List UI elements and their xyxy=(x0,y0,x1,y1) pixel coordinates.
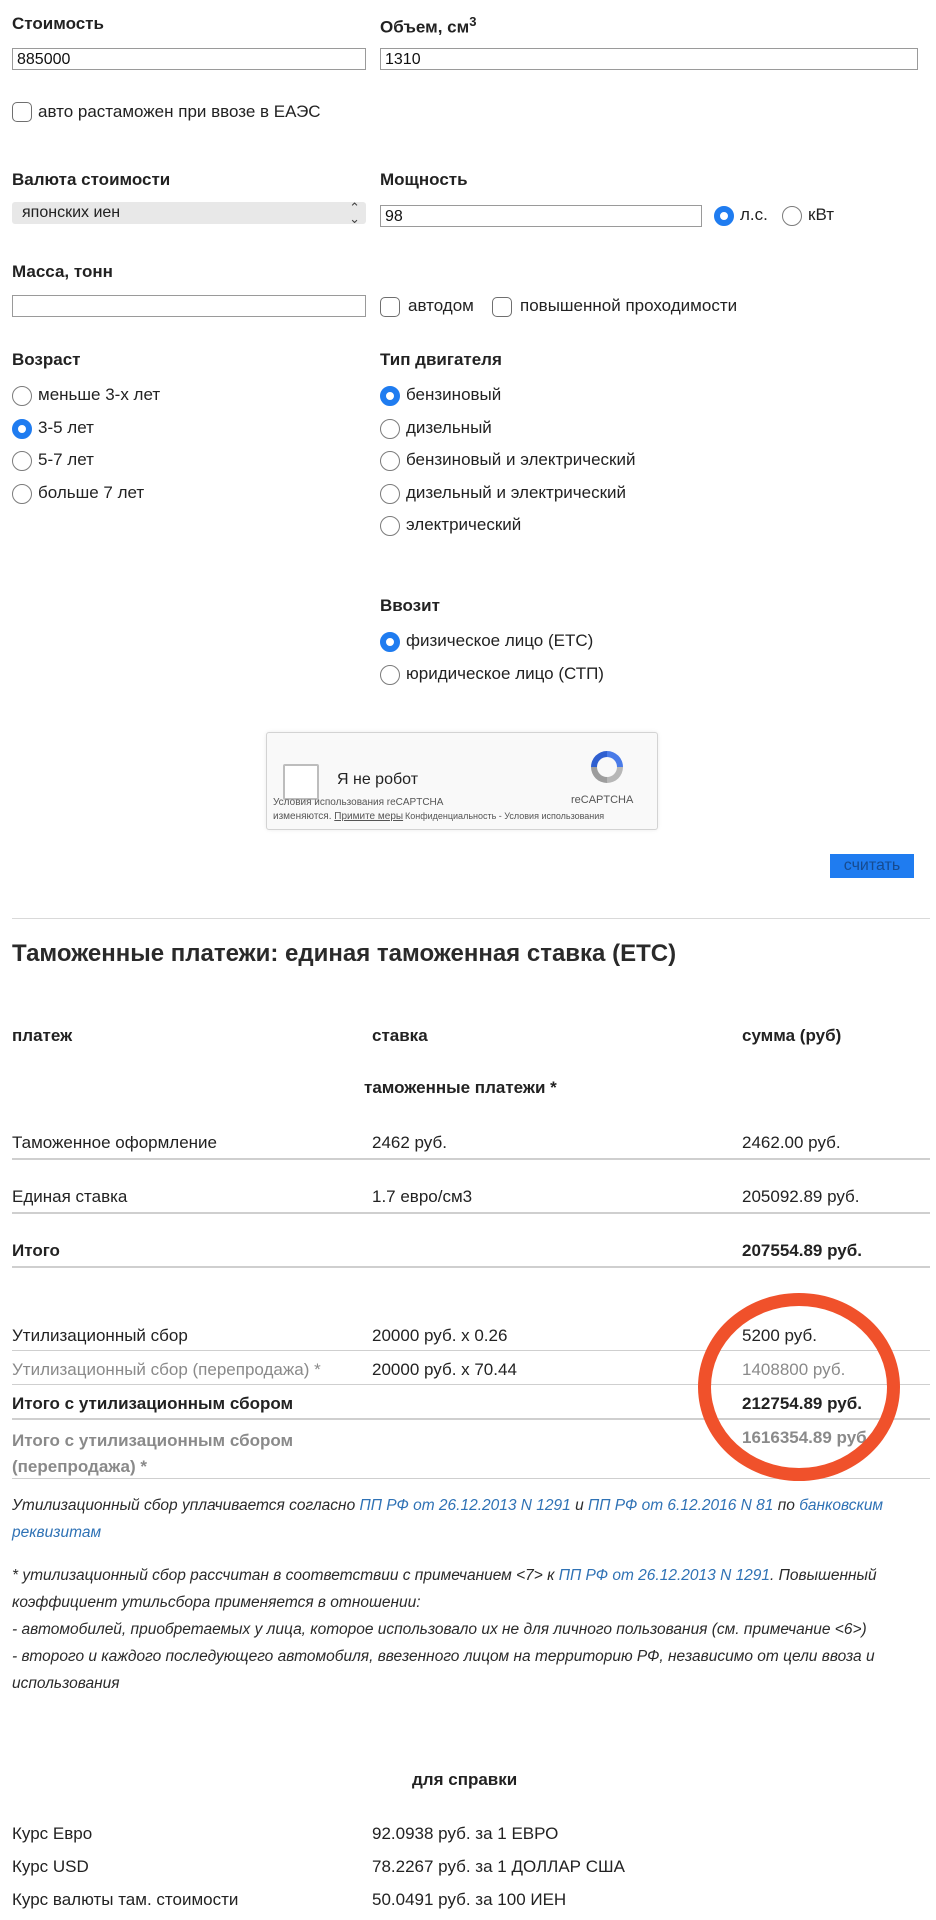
recaptcha-terms-line1: Условия использования reCAPTCHA xyxy=(273,797,444,808)
power-input[interactable]: 98 xyxy=(380,205,702,227)
age-radio-3to5[interactable] xyxy=(12,419,32,439)
currency-label: Валюта стоимости xyxy=(12,170,171,189)
importer-option-label: юридическое лицо (СТП) xyxy=(406,664,604,683)
engine-option-label: дизельный xyxy=(406,418,492,437)
row-rate: 20000 руб. x 70.44 xyxy=(372,1360,517,1379)
note-utilization-calculation: * утилизационный сбор рассчитан в соотве… xyxy=(12,1567,877,1692)
unit-hp-label: л.с. xyxy=(740,205,768,224)
importer-radio-legal[interactable] xyxy=(380,665,400,685)
engine-option-label: электрический xyxy=(406,515,522,534)
eaes-checkbox[interactable] xyxy=(12,102,32,122)
engine-option-label: бензиновый и электрический xyxy=(406,450,636,469)
results-title: Таможенные платежи: единая таможенная ст… xyxy=(12,940,677,967)
decree-1291-link[interactable]: ПП РФ от 26.12.2013 N 1291 xyxy=(559,1567,770,1584)
row-sum-total: 207554.89 руб. xyxy=(742,1241,862,1260)
motorhome-checkbox-label: автодом xyxy=(408,296,474,315)
header-rate: ставка xyxy=(372,1026,428,1045)
recaptcha-logo-icon xyxy=(591,751,623,783)
select-updown-icon: ⌃ ⌄ xyxy=(349,200,360,226)
reference-value: 78.2267 руб. за 1 ДОЛЛАР США xyxy=(372,1857,625,1876)
engine-option-label: дизельный и электрический xyxy=(406,483,627,502)
row-divider xyxy=(12,1158,930,1160)
mass-input[interactable] xyxy=(12,295,366,317)
recaptcha-privacy-links[interactable]: Конфиденциальность - Условия использован… xyxy=(405,811,604,821)
engine-label: Тип двигателя xyxy=(380,350,502,369)
decree-1291-link[interactable]: ПП РФ от 26.12.2013 N 1291 xyxy=(360,1497,571,1514)
reference-label: Курс Евро xyxy=(12,1824,93,1843)
unit-kw-radio[interactable] xyxy=(782,206,802,226)
volume-label: Объем, см3 xyxy=(380,14,477,37)
reference-label: Курс USD xyxy=(12,1857,89,1876)
row-divider xyxy=(12,1212,930,1214)
offroad-checkbox[interactable] xyxy=(492,297,512,317)
age-radio-5to7[interactable] xyxy=(12,451,32,471)
importer-label: Ввозит xyxy=(380,596,440,615)
age-label: Возраст xyxy=(12,350,81,369)
cost-label: Стоимость xyxy=(12,14,104,33)
recaptcha-checkbox[interactable] xyxy=(283,764,319,800)
header-sum: сумма (руб) xyxy=(742,1026,842,1045)
row-payment-total-util: Итого с утилизационным сбором xyxy=(12,1394,294,1413)
section-title-customs: таможенные платежи * xyxy=(364,1078,557,1097)
decree-81-link[interactable]: ПП РФ от 6.12.2016 N 81 xyxy=(588,1497,773,1514)
calculate-button[interactable]: считать xyxy=(830,854,914,878)
row-payment-total-resale: Итого с утилизационным сбором (перепродаж… xyxy=(12,1431,294,1476)
engine-radio-diesel[interactable] xyxy=(380,419,400,439)
row-sum: 2462.00 руб. xyxy=(742,1133,841,1152)
note-utilization-payment: Утилизационный сбор уплачивается согласн… xyxy=(12,1497,884,1541)
offroad-checkbox-label: повышенной проходимости xyxy=(520,296,738,315)
engine-option-label: бензиновый xyxy=(406,385,502,404)
unit-hp-radio[interactable] xyxy=(714,206,734,226)
row-rate: 2462 руб. xyxy=(372,1133,447,1152)
recaptcha-brand: reCAPTCHA xyxy=(571,794,634,806)
section-divider xyxy=(12,918,930,919)
reference-title: для справки xyxy=(412,1770,518,1789)
power-label: Мощность xyxy=(380,170,468,189)
motorhome-checkbox[interactable] xyxy=(380,297,400,317)
reference-value: 50.0491 руб. за 100 ИЕН xyxy=(372,1890,567,1909)
age-option-label: больше 7 лет xyxy=(38,483,145,502)
age-option-label: 3-5 лет xyxy=(38,418,94,437)
age-radio-over7[interactable] xyxy=(12,484,32,504)
engine-radio-petrol-electric[interactable] xyxy=(380,451,400,471)
volume-input[interactable]: 1310 xyxy=(380,48,918,70)
recaptcha-terms-line2: изменяются. Примите меры xyxy=(273,811,404,822)
cost-input[interactable]: 885000 xyxy=(12,48,366,70)
recaptcha-widget: Я не робот reCAPTCHA Условия использован… xyxy=(266,732,658,830)
row-payment-total: Итого xyxy=(12,1241,60,1260)
age-radio-under3[interactable] xyxy=(12,386,32,406)
engine-radio-electric[interactable] xyxy=(380,516,400,536)
row-payment: Утилизационный сбор (перепродажа) * xyxy=(12,1360,321,1379)
eaes-checkbox-label: авто растаможен при ввозе в ЕАЭС xyxy=(38,102,321,121)
unit-kw-label: кВт xyxy=(808,205,834,224)
header-payment: платеж xyxy=(12,1026,73,1045)
importer-option-label: физическое лицо (ЕТС) xyxy=(406,631,594,650)
recaptcha-terms-link[interactable]: Примите меры xyxy=(334,811,403,822)
importer-radio-individual[interactable] xyxy=(380,632,400,652)
reference-value: 92.0938 руб. за 1 ЕВРО xyxy=(372,1824,559,1843)
row-payment: Единая ставка xyxy=(12,1187,128,1206)
age-option-label: 5-7 лет xyxy=(38,450,94,469)
reference-label: Курс валюты там. стоимости xyxy=(12,1890,239,1909)
age-option-label: меньше 3-х лет xyxy=(38,385,161,404)
row-rate: 1.7 евро/см3 xyxy=(372,1187,473,1206)
recaptcha-label: Я не робот xyxy=(337,771,419,788)
engine-radio-diesel-electric[interactable] xyxy=(380,484,400,504)
mass-label: Масса, тонн xyxy=(12,262,113,281)
currency-select-value: японских иен xyxy=(22,204,121,221)
currency-select[interactable]: японских иен ⌃ ⌄ xyxy=(12,200,366,226)
row-divider xyxy=(12,1266,930,1268)
engine-radio-petrol[interactable] xyxy=(380,386,400,406)
row-sum: 205092.89 руб. xyxy=(742,1187,860,1206)
highlight-circle xyxy=(698,1293,900,1481)
row-rate: 20000 руб. x 0.26 xyxy=(372,1326,508,1345)
row-payment: Утилизационный сбор xyxy=(12,1326,188,1345)
row-payment: Таможенное оформление xyxy=(12,1133,218,1152)
